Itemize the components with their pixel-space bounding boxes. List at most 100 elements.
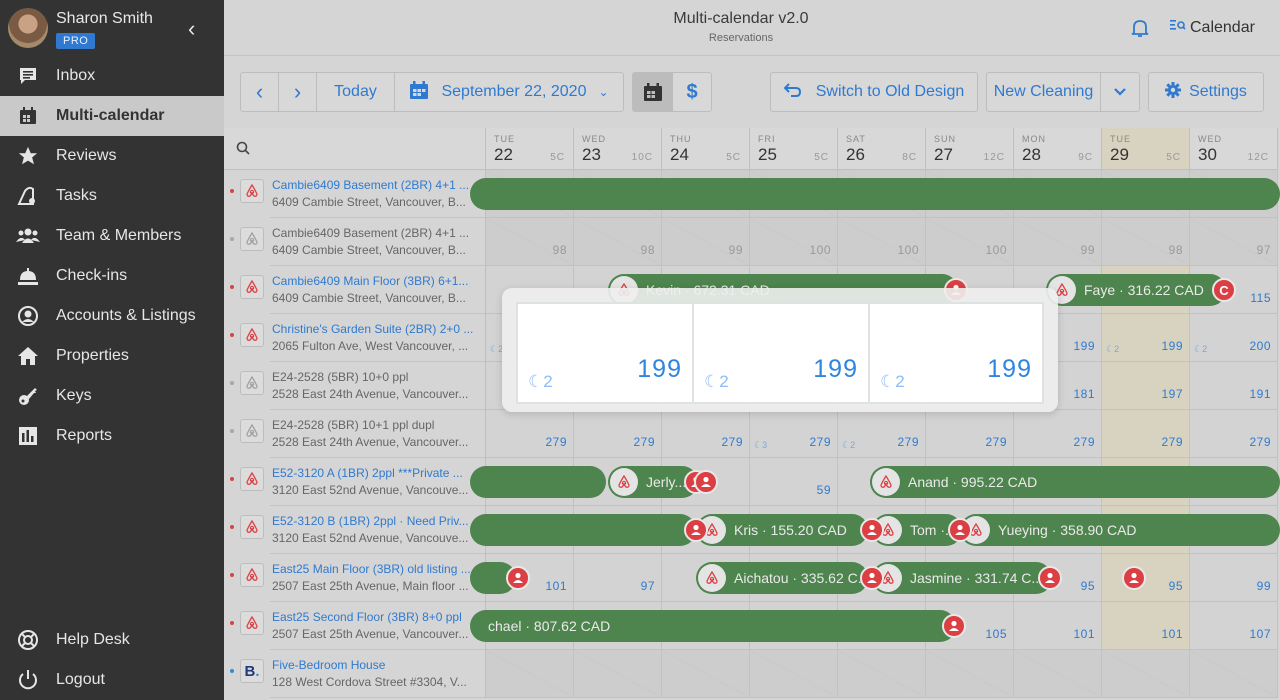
calendar-cell[interactable]: ☾2 279 (838, 410, 926, 458)
calendar-cell[interactable]: 99 (1014, 218, 1102, 266)
calendar-view-button[interactable]: Calendar (1170, 18, 1255, 37)
calendar-cell[interactable]: 279 (1102, 410, 1190, 458)
guest-icon[interactable] (860, 566, 884, 590)
collapse-sidebar-button[interactable]: ‹ (188, 16, 195, 42)
listing-row[interactable]: East25 Main Floor (3BR) old listing ... … (224, 554, 486, 602)
calendar-view-toggle[interactable] (633, 73, 673, 111)
cancelled-badge[interactable]: C (1212, 278, 1236, 302)
guest-icon[interactable] (1122, 566, 1146, 590)
sidebar-item-help-desk[interactable]: Help Desk (0, 620, 224, 660)
calendar-cell[interactable]: 279 (1014, 410, 1102, 458)
listing-row[interactable]: Christine's Garden Suite (2BR) 2+0 ... 2… (224, 314, 486, 362)
popup-day-cell[interactable]: ☾2 199 (516, 302, 692, 404)
listing-name[interactable]: Five-Bedroom House (272, 658, 385, 672)
guest-icon[interactable] (506, 566, 530, 590)
listing-row[interactable]: E24-2528 (5BR) 10+0 ppl 2528 East 24th A… (224, 362, 486, 410)
sidebar-item-multi-calendar[interactable]: Multi-calendar (0, 96, 224, 136)
calendar-cell[interactable] (750, 650, 838, 698)
sidebar-item-reports[interactable]: Reports (0, 416, 224, 456)
listing-row[interactable]: B. Five-Bedroom House 128 West Cordova S… (224, 650, 486, 698)
calendar-cell[interactable]: ☾2 200 (1190, 314, 1278, 362)
listing-row[interactable]: E24-2528 (5BR) 10+1 ppl dupl 2528 East 2… (224, 410, 486, 458)
sidebar-item-team-members[interactable]: Team & Members (0, 216, 224, 256)
sidebar-item-tasks[interactable]: Tasks (0, 176, 224, 216)
calendar-cell[interactable]: 59 (750, 458, 838, 506)
next-button[interactable]: › (279, 73, 317, 111)
calendar-cell[interactable]: 107 (1190, 602, 1278, 650)
calendar-cell[interactable]: 100 (750, 218, 838, 266)
reservation-bar[interactable]: chael · 807.62 CAD (470, 610, 956, 642)
new-cleaning-dropdown[interactable] (1101, 73, 1139, 111)
calendar-cell[interactable]: 97 (574, 554, 662, 602)
switch-old-design-button[interactable]: Switch to Old Design (771, 73, 977, 111)
reservation-bar[interactable]: Kris · 155.20 CAD (696, 514, 868, 546)
listing-row[interactable]: Cambie6409 Basement (2BR) 4+1 ... 6409 C… (224, 218, 486, 266)
calendar-cell[interactable]: 97 (1190, 218, 1278, 266)
calendar-cell[interactable] (838, 650, 926, 698)
calendar-cell[interactable] (662, 650, 750, 698)
listing-name[interactable]: E52-3120 B (1BR) 2ppl · Need Priv... (272, 514, 469, 528)
listing-row[interactable]: Cambie6409 Basement (2BR) 4+1 ... 6409 C… (224, 170, 486, 218)
listing-row[interactable]: E52-3120 B (1BR) 2ppl · Need Priv... 312… (224, 506, 486, 554)
listing-name[interactable]: E52-3120 A (1BR) 2ppl ***Private ... (272, 466, 463, 480)
today-button[interactable]: Today (317, 73, 395, 111)
calendar-cell[interactable]: 279 (486, 410, 574, 458)
calendar-cell[interactable]: 101 (1014, 602, 1102, 650)
listing-name[interactable]: E24-2528 (5BR) 10+0 ppl (272, 370, 408, 384)
listing-row[interactable]: Cambie6409 Main Floor (3BR) 6+1... 6409 … (224, 266, 486, 314)
reservation-bar[interactable]: Yueying · 358.90 CAD (960, 514, 1280, 546)
sidebar-item-logout[interactable]: Logout (0, 660, 224, 700)
calendar-cell[interactable]: 197 (1102, 362, 1190, 410)
calendar-cell[interactable] (926, 650, 1014, 698)
notifications-bell-icon[interactable] (1130, 18, 1150, 43)
calendar-cell[interactable]: ☾2 199 (1102, 314, 1190, 362)
new-cleaning-button[interactable]: New Cleaning (987, 73, 1101, 111)
calendar-cell[interactable]: 279 (662, 410, 750, 458)
sidebar-item-accounts-listings[interactable]: Accounts & Listings (0, 296, 224, 336)
reservation-bar[interactable] (470, 466, 606, 498)
calendar-cell[interactable]: 191 (1190, 362, 1278, 410)
reservation-bar[interactable]: Aichatou · 335.62 C... (696, 562, 868, 594)
calendar-cell[interactable]: 101 (1102, 602, 1190, 650)
sidebar-item-reviews[interactable]: Reviews (0, 136, 224, 176)
calendar-cell[interactable] (1102, 650, 1190, 698)
calendar-cell[interactable]: 95 (1102, 554, 1190, 602)
guest-icon[interactable] (694, 470, 718, 494)
guest-icon[interactable] (942, 614, 966, 638)
calendar-cell[interactable]: 99 (662, 218, 750, 266)
sidebar-item-keys[interactable]: Keys (0, 376, 224, 416)
guest-icon[interactable] (1038, 566, 1062, 590)
popup-day-cell[interactable]: ☾2 199 (868, 302, 1044, 404)
reservation-bar[interactable]: Anand · 995.22 CAD (870, 466, 1280, 498)
prev-button[interactable]: ‹ (241, 73, 279, 111)
guest-icon[interactable] (684, 518, 708, 542)
listing-name[interactable]: Cambie6409 Main Floor (3BR) 6+1... (272, 274, 468, 288)
listing-name[interactable]: Christine's Garden Suite (2BR) 2+0 ... (272, 322, 473, 336)
guest-icon[interactable] (948, 518, 972, 542)
listing-row[interactable]: East25 Second Floor (3BR) 8+0 ppl 2507 E… (224, 602, 486, 650)
listing-name[interactable]: Cambie6409 Basement (2BR) 4+1 ... (272, 226, 469, 240)
listing-name[interactable]: East25 Second Floor (3BR) 8+0 ppl (272, 610, 462, 624)
calendar-cell[interactable]: 279 (574, 410, 662, 458)
settings-button[interactable]: Settings (1149, 73, 1263, 111)
calendar-cell[interactable] (1190, 650, 1278, 698)
calendar-cell[interactable]: 100 (838, 218, 926, 266)
sidebar-item-properties[interactable]: Properties (0, 336, 224, 376)
sidebar-item-inbox[interactable]: Inbox (0, 56, 224, 96)
date-picker[interactable]: September 22, 2020 ⌄ (395, 73, 623, 111)
listing-row[interactable]: E52-3120 A (1BR) 2ppl ***Private ... 312… (224, 458, 486, 506)
guest-icon[interactable] (860, 518, 884, 542)
sidebar-item-check-ins[interactable]: Check-ins (0, 256, 224, 296)
calendar-cell[interactable]: 100 (926, 218, 1014, 266)
calendar-cell[interactable]: 98 (574, 218, 662, 266)
calendar-cell[interactable] (486, 650, 574, 698)
reservation-bar[interactable]: Jasmine · 331.74 C... (872, 562, 1052, 594)
pricing-view-toggle[interactable]: $ (673, 73, 711, 111)
calendar-cell[interactable]: ☾3 279 (750, 410, 838, 458)
reservation-bar[interactable] (470, 514, 696, 546)
calendar-cell[interactable]: 99 (1190, 554, 1278, 602)
reservation-bar[interactable] (470, 178, 1280, 210)
listing-name[interactable]: East25 Main Floor (3BR) old listing ... (272, 562, 471, 576)
calendar-cell[interactable] (574, 650, 662, 698)
listing-name[interactable]: E24-2528 (5BR) 10+1 ppl dupl (272, 418, 434, 432)
